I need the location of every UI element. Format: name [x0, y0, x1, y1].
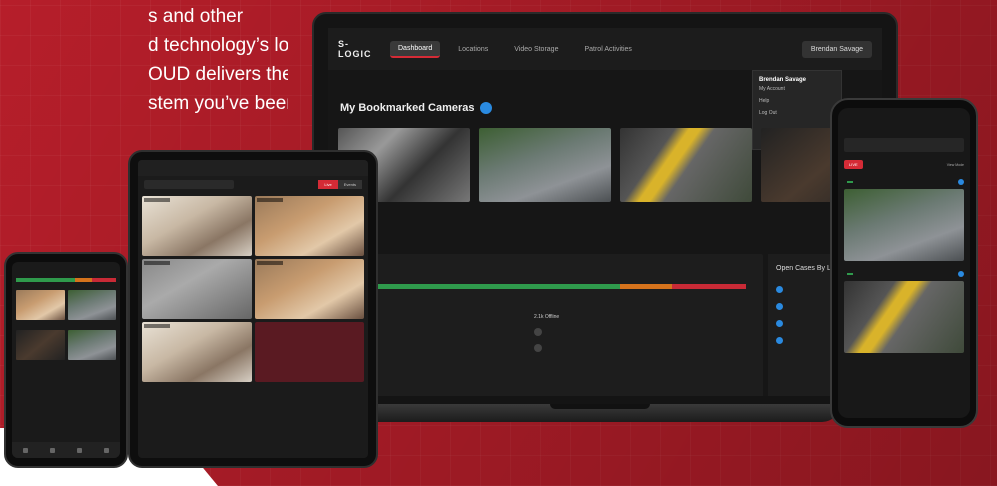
status-segment-offline [672, 284, 746, 289]
empty-tile[interactable] [254, 322, 364, 382]
camera-status-panel: 2.1k Offline [338, 254, 763, 396]
tile-label [144, 324, 170, 328]
status-segment-trouble [619, 284, 673, 289]
marketing-line: OUD delivers the [148, 64, 288, 85]
home-icon[interactable] [23, 447, 28, 453]
laptop-notch [550, 404, 650, 409]
status-segment-trouble [74, 278, 93, 282]
marketing-line: d technology’s low [148, 35, 288, 56]
view-mode-label[interactable]: View Mode [947, 163, 964, 167]
tile-label [144, 198, 170, 202]
bottom-tab-bar [12, 442, 120, 458]
offline-item[interactable] [534, 328, 734, 336]
phone-large-screen: LIVE View Mode [838, 108, 970, 418]
camera-thumbnail[interactable] [479, 128, 611, 202]
camera-icon [534, 328, 542, 336]
laptop-screen: S-LOGIC Dashboard Locations Video Storag… [328, 28, 882, 396]
marketing-line: s and other [148, 6, 244, 27]
location-pin-icon [776, 320, 783, 327]
view-toggle: Live Events [318, 179, 362, 189]
camera-tile[interactable] [142, 259, 252, 319]
camera-tile[interactable] [254, 259, 364, 319]
menu-icon[interactable] [104, 447, 109, 453]
menu-item-account[interactable]: My Account [759, 86, 835, 92]
marketing-line: stem you’ve been [148, 93, 288, 114]
camera-tile[interactable] [142, 196, 252, 256]
camera-tile[interactable] [254, 196, 364, 256]
tile-label [256, 198, 283, 202]
feed-header [844, 269, 964, 279]
camera-icon [534, 344, 542, 352]
status-bar [16, 278, 116, 282]
camera-icon[interactable] [50, 447, 55, 453]
nav-item-video-storage[interactable]: Video Storage [506, 42, 566, 57]
top-nav: S-LOGIC Dashboard Locations Video Storag… [328, 28, 882, 70]
user-name: Brendan Savage [759, 77, 807, 83]
offline-list: 2.1k Offline [534, 314, 734, 360]
phone-large-header [838, 108, 970, 134]
nav-item-locations[interactable]: Locations [450, 42, 496, 57]
feed-header [844, 177, 964, 187]
phone-large-device: LIVE View Mode [830, 98, 978, 428]
bookmarked-title: My Bookmarked Cameras [340, 102, 492, 114]
tablet-toolbar: Live Events [138, 176, 368, 192]
status-bar [346, 284, 746, 289]
camera-card[interactable] [620, 128, 752, 206]
bookmark-icon[interactable] [958, 179, 964, 185]
nav-item-dashboard[interactable]: Dashboard [390, 40, 441, 58]
location-selector[interactable] [844, 138, 964, 152]
user-menu-button[interactable]: Brendan Savage [801, 40, 872, 58]
live-button[interactable]: LIVE [844, 160, 863, 169]
app-logo[interactable]: S-LOGIC [338, 39, 380, 59]
marketing-copy: s and other d technology’s low OUD deliv… [148, 2, 288, 118]
menu-item-help[interactable]: Help [759, 98, 835, 104]
nav-item-patrol[interactable]: Patrol Activities [576, 42, 639, 57]
info-icon[interactable] [479, 102, 492, 114]
live-feed[interactable] [844, 189, 964, 261]
camera-thumbnail[interactable] [16, 290, 65, 320]
tile-label [144, 261, 170, 265]
live-row: LIVE View Mode [844, 160, 964, 169]
tablet-nav [138, 160, 368, 176]
laptop-base [360, 404, 840, 422]
camera-thumbnail[interactable] [620, 128, 752, 202]
camera-tile[interactable] [142, 322, 252, 382]
camera-grid [138, 192, 368, 386]
phone-small-device [4, 252, 128, 468]
tablet-screen: Live Events [138, 160, 368, 458]
offline-item[interactable] [534, 344, 734, 352]
offline-title: 2.1k Offline [534, 314, 560, 320]
camera-card[interactable] [479, 128, 611, 206]
bookmarked-cameras [338, 128, 882, 206]
camera-thumbnail[interactable] [16, 330, 65, 360]
camera-thumbnail[interactable] [67, 330, 116, 360]
location-pin-icon [776, 286, 783, 293]
tablet-device: Live Events [128, 150, 378, 468]
live-feed[interactable] [844, 281, 964, 353]
thumb-row [12, 330, 120, 360]
location-pin-icon [776, 303, 783, 310]
bookmarked-title-text: My Bookmarked Cameras [340, 102, 475, 114]
phone-small-header [12, 262, 120, 276]
status-segment-offline [92, 278, 116, 282]
thumb-row [12, 290, 120, 320]
toggle-events[interactable]: Events [337, 179, 362, 189]
phone-small-screen [12, 262, 120, 458]
menu-item-logout[interactable]: Log Out [759, 110, 835, 116]
toggle-live[interactable]: Live [318, 179, 338, 189]
bell-icon[interactable] [77, 447, 82, 453]
location-pin-icon [776, 337, 783, 344]
feed-status-badge [847, 273, 853, 275]
status-segment-online [346, 284, 620, 289]
marketing-scene: s and other d technology’s low OUD deliv… [0, 0, 997, 486]
tile-label [256, 261, 283, 265]
laptop-device: S-LOGIC Dashboard Locations Video Storag… [312, 12, 898, 412]
feed-status-badge [847, 181, 853, 183]
camera-thumbnail[interactable] [67, 290, 116, 320]
bookmark-icon[interactable] [958, 271, 964, 277]
status-segment-online [16, 278, 75, 282]
search-input[interactable] [144, 179, 234, 189]
